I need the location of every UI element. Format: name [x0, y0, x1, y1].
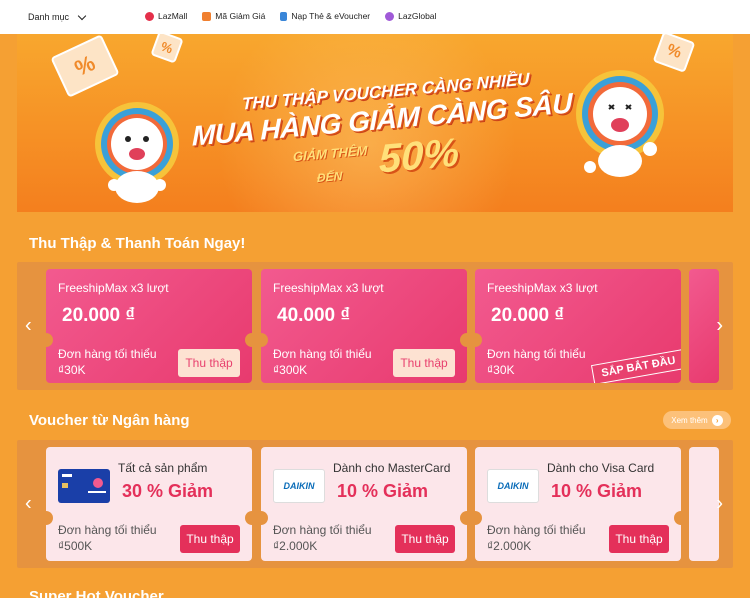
bank-voucher-card: DAIKIN Dành cho Visa Card 10 % Giảm Đơn …	[475, 447, 681, 561]
voucher-min-value: ₫2.000K	[487, 539, 532, 553]
ticket-notch	[245, 511, 252, 525]
voucher-card: FreeshipMax x3 lượt 40.000 ₫ Đơn hàng tố…	[261, 269, 467, 383]
voucher-name: FreeshipMax x3 lượt	[487, 281, 598, 295]
daikin-logo: DAIKIN	[487, 469, 539, 503]
voucher-amount: 20.000 ₫	[491, 305, 565, 326]
phone-icon	[280, 11, 288, 21]
nav-link-label: LazGlobal	[398, 11, 437, 21]
banner-percent: 50%	[379, 130, 460, 182]
lion-mascot-icon	[95, 102, 179, 203]
bank-voucher-discount: 10 % Giảm	[337, 481, 429, 501]
collect-button[interactable]: Thu thập	[395, 525, 455, 553]
bank-voucher-condition: Tất cả sản phẩm	[118, 461, 208, 475]
bank-voucher-condition: Dành cho Visa Card	[547, 461, 655, 475]
daikin-logo: DAIKIN	[273, 469, 325, 503]
nav-link-voucher[interactable]: Mã Giảm Giá	[202, 11, 265, 21]
nav-link-lazglobal[interactable]: LazGlobal	[385, 11, 436, 21]
nav-link-label: Nạp Thẻ & eVoucher	[291, 11, 371, 21]
voucher-card-partial	[689, 269, 719, 383]
lion-mascot-icon	[576, 70, 664, 177]
bank-voucher-card: DAIKIN Dành cho MasterCard 10 % Giảm Đơn…	[261, 447, 467, 561]
voucher-card: FreeshipMax x3 lượt 20.000 ₫ Đơn hàng tố…	[46, 269, 252, 383]
collect-button[interactable]: Thu thập	[178, 349, 240, 377]
bank-voucher-carousel: ‹ Tất cả sản phẩm 30 % Giảm Đơn hàng tối…	[17, 440, 733, 568]
voucher-card: FreeshipMax x3 lượt 20.000 ₫ Đơn hàng tố…	[475, 269, 681, 383]
section-title-super-hot: Super Hot Voucher	[29, 588, 164, 598]
globe-icon	[385, 11, 395, 21]
voucher-name: FreeshipMax x3 lượt	[58, 281, 169, 295]
nav-link-topup[interactable]: Nạp Thẻ & eVoucher	[280, 11, 370, 21]
nav-link-label: LazMall	[158, 11, 188, 21]
voucher-min-label: Đơn hàng tối thiểu	[487, 347, 586, 361]
bank-voucher-condition: Dành cho MasterCard	[333, 461, 451, 475]
bank-voucher-card-partial	[689, 447, 719, 561]
coupon-decoration-icon: %	[150, 34, 184, 64]
voucher-min-value: ₫30K	[487, 363, 515, 377]
voucher-min-label: Đơn hàng tối thiểu	[273, 523, 372, 537]
ticket-notch	[261, 511, 268, 525]
top-navigation: Danh mục LazMall Mã Giảm Giá Nạp Thẻ & e…	[0, 0, 750, 34]
ticket-notch	[245, 333, 252, 347]
ticket-notch	[460, 333, 467, 347]
voucher-min-value: ₫30K	[58, 363, 86, 377]
voucher-icon	[202, 11, 212, 21]
category-label: Danh mục	[28, 12, 70, 22]
chevron-down-icon	[77, 11, 87, 20]
ticket-notch	[46, 333, 53, 347]
coupon-decoration-icon: %	[652, 34, 696, 73]
chevron-left-icon[interactable]: ‹	[25, 493, 32, 516]
chevron-right-icon[interactable]: ›	[716, 315, 723, 338]
voucher-amount: 40.000 ₫	[277, 305, 351, 326]
ticket-notch	[460, 511, 467, 525]
section-title-bank: Voucher từ Ngân hàng	[29, 412, 190, 429]
bank-voucher-discount: 10 % Giảm	[551, 481, 643, 501]
citi-card-logo	[58, 469, 110, 503]
nav-link-label: Mã Giảm Giá	[215, 11, 266, 21]
category-menu[interactable]: Danh mục	[28, 11, 87, 22]
banner-up-to: ĐẾN	[317, 168, 343, 186]
ticket-notch	[475, 333, 482, 347]
voucher-min-label: Đơn hàng tối thiểu	[58, 523, 157, 537]
collect-button[interactable]: Thu thập	[393, 349, 455, 377]
section-title-collect: Thu Thập & Thanh Toán Ngay!	[29, 235, 246, 252]
coupon-decoration-icon: %	[50, 34, 120, 98]
coming-soon-stamp: SẮP BẮT ĐẦU	[590, 349, 681, 383]
ticket-notch	[674, 511, 681, 525]
voucher-name: FreeshipMax x3 lượt	[273, 281, 384, 295]
see-more-button[interactable]: Xem thêm ›	[663, 411, 731, 429]
voucher-min-value: ₫500K	[58, 539, 93, 553]
arrow-right-icon: ›	[711, 414, 723, 426]
chevron-right-icon[interactable]: ›	[716, 493, 723, 516]
voucher-amount: 20.000 ₫	[62, 305, 136, 326]
ticket-notch	[46, 511, 53, 525]
voucher-min-value: ₫300K	[273, 363, 308, 377]
bank-voucher-discount: 30 % Giảm	[122, 481, 214, 501]
bank-voucher-card: Tất cả sản phẩm 30 % Giảm Đơn hàng tối t…	[46, 447, 252, 561]
collect-button[interactable]: Thu thập	[609, 525, 669, 553]
lazmall-icon	[145, 11, 154, 21]
chevron-left-icon[interactable]: ‹	[25, 315, 32, 338]
promo-banner[interactable]: % % % THU THẬP VOUCHER CÀNG NHIỀU MUA HÀ…	[17, 34, 733, 212]
ticket-notch	[261, 333, 268, 347]
nav-link-lazmall[interactable]: LazMall	[145, 11, 187, 21]
voucher-min-value: ₫2.000K	[273, 539, 318, 553]
freeship-voucher-carousel: ‹ FreeshipMax x3 lượt 20.000 ₫ Đơn hàng …	[17, 262, 733, 390]
see-more-label: Xem thêm	[671, 415, 708, 425]
voucher-min-label: Đơn hàng tối thiểu	[487, 523, 586, 537]
collect-button[interactable]: Thu thập	[180, 525, 240, 553]
voucher-min-label: Đơn hàng tối thiểu	[273, 347, 372, 361]
voucher-min-label: Đơn hàng tối thiểu	[58, 347, 157, 361]
ticket-notch	[475, 511, 482, 525]
nav-links: LazMall Mã Giảm Giá Nạp Thẻ & eVoucher L…	[145, 11, 436, 21]
